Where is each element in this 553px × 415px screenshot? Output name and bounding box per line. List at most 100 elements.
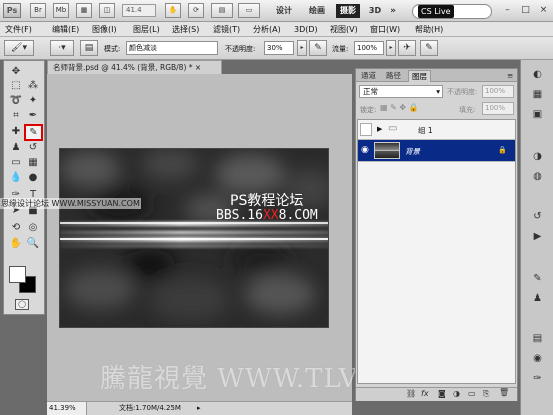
opacity-input[interactable]: 30% — [264, 41, 294, 55]
zoom-level-field[interactable]: 41.4 — [122, 4, 156, 17]
rotate-view-icon[interactable]: ⟳ — [188, 3, 204, 18]
blur-tool-icon[interactable]: 💧 — [8, 171, 24, 185]
eyedropper-tool-icon[interactable]: ✒ — [25, 109, 41, 123]
eye-icon[interactable]: ◉ — [361, 145, 369, 155]
zoom-level-icon[interactable]: ◫ — [99, 3, 115, 18]
pressure-size-icon[interactable]: ✎ — [420, 40, 438, 56]
lock-icons[interactable]: ▦ ✎ ✥ 🔒 — [380, 103, 419, 112]
layer-opacity-input[interactable]: 100% — [482, 85, 514, 98]
bridge-icon[interactable]: Br — [30, 3, 46, 18]
zoom-tool-icon[interactable]: 🔍 — [25, 237, 41, 251]
styles-panel-icon[interactable]: ▣ — [531, 108, 544, 121]
menu-edit[interactable]: 编辑(E) — [52, 24, 79, 35]
arrange-documents-icon[interactable]: ▤ — [211, 3, 233, 18]
menu-image[interactable]: 图像(I) — [92, 24, 117, 35]
status-menu-arrow-icon[interactable]: ▸ — [197, 402, 201, 415]
layers-panel-icon[interactable]: ▤ — [531, 332, 544, 345]
dodge-tool-icon[interactable]: ✎ — [24, 124, 43, 141]
image-canvas[interactable] — [59, 148, 329, 328]
hand-tool-icon-2[interactable]: ✋ — [8, 237, 24, 251]
view-extras-icon[interactable]: ▦ — [76, 3, 92, 18]
mini-bridge-icon[interactable]: Mb — [53, 3, 69, 18]
workspace-photography-button[interactable]: 摄影 — [336, 4, 360, 18]
flow-input[interactable]: 100% — [354, 41, 384, 55]
move-tool-icon[interactable]: ✥ — [8, 65, 24, 79]
menu-select[interactable]: 选择(S) — [172, 24, 199, 35]
workspace-3d-button[interactable]: 3D — [365, 4, 385, 18]
more-workspaces-button[interactable]: » — [388, 4, 398, 18]
quick-mask-icon[interactable]: ◯ — [15, 299, 29, 310]
menu-view[interactable]: 视图(V) — [330, 24, 358, 35]
history-brush-tool-icon[interactable]: ↺ — [25, 141, 41, 155]
paths-panel-icon[interactable]: ✑ — [531, 372, 544, 385]
menu-help[interactable]: 帮助(H) — [415, 24, 443, 35]
marquee-tool-icon[interactable]: ⬚ — [8, 79, 24, 93]
link-layers-icon[interactable]: ⛓ — [406, 389, 416, 398]
adjustments-panel-icon[interactable]: ◑ — [531, 150, 544, 163]
tab-channels[interactable]: 通道 — [358, 70, 379, 82]
gradient-tool-icon[interactable]: ▦ — [25, 156, 41, 170]
menu-layer[interactable]: 图层(L) — [133, 24, 160, 35]
channels-panel-icon[interactable]: ◉ — [531, 352, 544, 365]
document-close-icon[interactable]: × — [195, 63, 201, 72]
actions-panel-icon[interactable]: ▶ — [531, 230, 544, 243]
opacity-dropdown-icon[interactable]: ▸ — [297, 40, 307, 56]
minimize-icon[interactable]: – — [503, 6, 512, 15]
brush-preset-picker[interactable]: ·▾ — [50, 40, 74, 56]
masks-panel-icon[interactable]: ◍ — [531, 170, 544, 183]
tab-paths[interactable]: 路径 — [383, 70, 404, 82]
layer-row-background[interactable]: ◉ 背景 🔒 — [358, 140, 515, 162]
close-icon[interactable]: × — [539, 6, 548, 15]
clone-source-panel-icon[interactable]: ♟ — [531, 292, 544, 305]
crop-tool-icon[interactable]: ⌗ — [8, 109, 24, 123]
pressure-opacity-icon[interactable]: ✎ — [309, 40, 327, 56]
layer-style-icon[interactable]: fx — [421, 389, 429, 398]
document-tab[interactable]: 名师背景.psd @ 41.4% (背景, RGB/8) * × — [47, 60, 222, 74]
lasso-tool-icon[interactable]: ➰ — [8, 94, 24, 108]
magic-wand-tool-icon[interactable]: ⁂ — [25, 79, 41, 93]
blend-mode-select[interactable]: 正常 ▾ — [359, 85, 443, 98]
airbrush-icon[interactable]: ✈ — [398, 40, 416, 56]
new-layer-icon[interactable]: ⎘ — [483, 389, 489, 399]
clone-stamp-tool-icon[interactable]: ♟ — [8, 141, 24, 155]
color-panel-icon[interactable]: ◐ — [531, 68, 544, 81]
menu-analysis[interactable]: 分析(A) — [253, 24, 281, 35]
panel-menu-icon[interactable]: ≡ — [504, 70, 516, 82]
layer-mask-icon[interactable]: ◙ — [438, 389, 446, 398]
menu-3d[interactable]: 3D(D) — [294, 24, 318, 35]
3d-rotate-tool-icon[interactable]: ⟲ — [8, 221, 24, 235]
screen-mode-icon[interactable]: ▭ — [238, 3, 260, 18]
mode-select[interactable]: 颜色减淡 — [126, 41, 218, 55]
new-group-icon[interactable]: ▭ — [468, 389, 476, 398]
flow-dropdown-icon[interactable]: ▸ — [386, 40, 396, 56]
fill-input[interactable]: 100% — [482, 102, 514, 115]
hand-tool-icon[interactable]: ✋ — [165, 3, 181, 18]
maximize-icon[interactable]: □ — [521, 6, 530, 15]
3d-orbit-tool-icon[interactable]: ◎ — [25, 221, 41, 235]
healing-brush-tool-icon[interactable]: ✚ — [8, 125, 24, 139]
workspace-design-button[interactable]: 设计 — [270, 4, 298, 18]
burn-tool-icon[interactable]: ● — [25, 171, 41, 185]
layer-row-group[interactable]: ▶ ▭ 组 1 — [358, 120, 515, 140]
tool-preset-picker[interactable]: 🖌▾ — [4, 40, 34, 56]
menu-file[interactable]: 文件(F) — [5, 24, 32, 35]
status-zoom[interactable]: 41.39% — [47, 402, 87, 415]
layers-list: ▶ ▭ 组 1 ◉ 背景 🔒 — [357, 119, 516, 384]
quick-selection-tool-icon[interactable]: ✦ — [25, 94, 41, 108]
workspace-painting-button[interactable]: 绘画 — [303, 4, 331, 18]
visibility-toggle[interactable] — [360, 123, 372, 136]
tab-layers[interactable]: 图层 — [408, 70, 431, 82]
delete-layer-icon[interactable]: 🗑 — [499, 388, 509, 397]
foreground-color-swatch-top[interactable] — [9, 266, 26, 283]
eraser-tool-icon[interactable]: ▭ — [8, 156, 24, 170]
canvas-url-part3: 8.COM — [278, 208, 318, 223]
adjustment-layer-icon[interactable]: ◑ — [453, 389, 460, 398]
brushes-panel-icon[interactable]: ✎ — [531, 272, 544, 285]
swatches-panel-icon[interactable]: ▦ — [531, 88, 544, 101]
menu-filter[interactable]: 滤镜(T) — [213, 24, 240, 35]
expand-arrow-icon[interactable]: ▶ — [377, 125, 382, 133]
history-panel-icon[interactable]: ↺ — [531, 210, 544, 223]
cs-live-button[interactable]: CS Live — [412, 4, 492, 19]
brush-panel-toggle-icon[interactable]: ▤ — [80, 40, 98, 56]
menu-window[interactable]: 窗口(W) — [370, 24, 400, 35]
